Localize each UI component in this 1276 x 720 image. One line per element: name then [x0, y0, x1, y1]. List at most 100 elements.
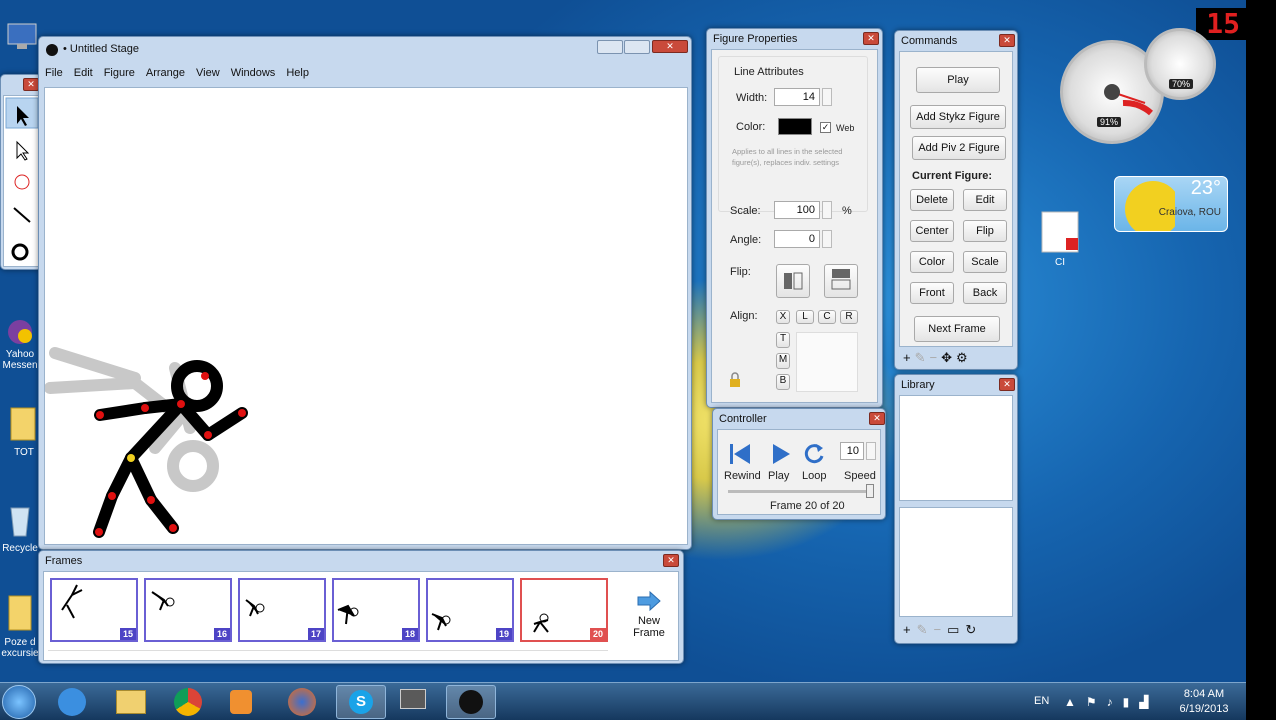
- play-label: Play: [768, 470, 790, 482]
- back-button[interactable]: Back: [963, 282, 1007, 304]
- color-swatch[interactable]: [778, 118, 812, 135]
- frame-thumbnail[interactable]: 16: [144, 578, 232, 642]
- clock-date: 6/19/2013: [1179, 703, 1229, 715]
- flip-vertical-button[interactable]: [824, 264, 858, 298]
- speed-field[interactable]: 10: [840, 442, 864, 460]
- menu-arrange[interactable]: Arrange: [146, 67, 185, 85]
- frame-thumbnail[interactable]: 19: [426, 578, 514, 642]
- loop-icon[interactable]: [804, 442, 826, 466]
- scale-button[interactable]: Scale: [963, 251, 1007, 273]
- align-top-button[interactable]: T: [776, 332, 790, 348]
- close-button[interactable]: ✕: [652, 40, 688, 53]
- web-checkbox[interactable]: ✓: [820, 122, 831, 133]
- clock[interactable]: 8:04 AM 6/19/2013: [1172, 687, 1236, 717]
- play-icon[interactable]: [770, 442, 792, 466]
- menu-edit[interactable]: Edit: [74, 67, 93, 85]
- menu-windows[interactable]: Windows: [231, 67, 276, 85]
- next-frame-button[interactable]: Next Frame: [914, 316, 1000, 342]
- show-hidden-icons-icon[interactable]: ▲: [1064, 695, 1076, 709]
- taskbar-explorer-icon[interactable]: [116, 690, 146, 714]
- action-center-icon[interactable]: ⚑: [1086, 695, 1097, 709]
- color-button[interactable]: Color: [910, 251, 954, 273]
- menu-help[interactable]: Help: [286, 67, 309, 85]
- speed-stepper[interactable]: [866, 442, 876, 460]
- angle-stepper[interactable]: [822, 230, 832, 248]
- close-button[interactable]: ✕: [999, 34, 1015, 47]
- frames-scrollbar[interactable]: [48, 650, 608, 658]
- language-indicator[interactable]: EN: [1034, 695, 1049, 707]
- minus-icon[interactable]: −: [930, 349, 938, 367]
- taskbar-firefox-icon[interactable]: [288, 688, 316, 716]
- align-left-button[interactable]: L: [796, 310, 814, 324]
- rewind-label: Rewind: [724, 470, 761, 482]
- taskbar-media-icon[interactable]: [230, 690, 252, 714]
- width-stepper[interactable]: [822, 88, 832, 106]
- angle-field[interactable]: 0: [774, 230, 820, 248]
- maximize-button[interactable]: [624, 40, 650, 54]
- start-button[interactable]: [2, 685, 36, 719]
- menu-figure[interactable]: Figure: [104, 67, 135, 85]
- pencil-icon[interactable]: ✎: [915, 349, 926, 367]
- stage-canvas[interactable]: [44, 87, 688, 545]
- folder-icon[interactable]: ▭: [947, 621, 959, 639]
- edit-button[interactable]: Edit: [963, 189, 1007, 211]
- volume-icon[interactable]: ♪: [1107, 695, 1113, 709]
- center-button[interactable]: Center: [910, 220, 954, 242]
- close-button[interactable]: ✕: [863, 32, 879, 45]
- close-button[interactable]: ✕: [869, 412, 885, 425]
- scale-stepper[interactable]: [822, 201, 832, 219]
- menu-file[interactable]: File: [45, 67, 63, 85]
- timeline-slider-thumb[interactable]: [866, 484, 874, 498]
- taskbar-chrome-icon[interactable]: [174, 688, 202, 716]
- align-center-button[interactable]: C: [818, 310, 836, 324]
- new-frame-button[interactable]: New Frame: [622, 590, 676, 650]
- desktop-icon-yahoo[interactable]: Yahoo Messen: [0, 318, 40, 371]
- add-icon[interactable]: +: [903, 621, 911, 639]
- scale-field[interactable]: 100: [774, 201, 820, 219]
- play-button[interactable]: Play: [916, 67, 1000, 93]
- frame-thumbnail[interactable]: 15: [50, 578, 138, 642]
- refresh-icon[interactable]: ↻: [965, 621, 976, 639]
- add-icon[interactable]: +: [903, 349, 911, 367]
- width-field[interactable]: 14: [774, 88, 820, 106]
- library-list[interactable]: [899, 507, 1013, 617]
- frame-thumbnail-current[interactable]: 20: [520, 578, 608, 642]
- desktop-icon-ci[interactable]: CI: [1040, 210, 1080, 268]
- flip-horizontal-button[interactable]: [776, 264, 810, 298]
- front-button[interactable]: Front: [910, 282, 954, 304]
- align-x-button[interactable]: X: [776, 310, 790, 324]
- weather-gadget[interactable]: 23° Craiova, ROU: [1114, 176, 1228, 232]
- add-piv2-figure-button[interactable]: Add Piv 2 Figure: [912, 136, 1006, 160]
- move-icon[interactable]: ✥: [941, 349, 952, 367]
- taskbar-ie-icon[interactable]: [58, 688, 86, 716]
- taskbar-skype-icon[interactable]: S: [336, 685, 386, 719]
- lock-icon[interactable]: [728, 372, 742, 388]
- add-stykz-figure-button[interactable]: Add Stykz Figure: [910, 105, 1006, 129]
- desktop-icon-computer[interactable]: [2, 22, 42, 55]
- desktop-icon-recycle-bin[interactable]: Recycle: [0, 500, 40, 554]
- close-button[interactable]: ✕: [999, 378, 1015, 391]
- taskbar-stykz-icon[interactable]: [446, 685, 496, 719]
- taskbar-game-icon[interactable]: [392, 685, 438, 719]
- align-right-button[interactable]: R: [840, 310, 858, 324]
- align-bottom-button[interactable]: B: [776, 374, 790, 390]
- close-button[interactable]: ✕: [663, 554, 679, 567]
- pencil-icon[interactable]: ✎: [917, 621, 928, 639]
- minimize-button[interactable]: [597, 40, 623, 54]
- power-icon[interactable]: ▮: [1123, 695, 1130, 709]
- rewind-icon[interactable]: [728, 442, 754, 466]
- flip-button[interactable]: Flip: [963, 220, 1007, 242]
- frames-window: Frames ✕ 15 16 17 18 19 20 New Frame: [38, 550, 684, 664]
- frame-thumbnail[interactable]: 18: [332, 578, 420, 642]
- desktop-icon-poze[interactable]: Poze d excursie: [0, 594, 40, 659]
- frame-thumbnail[interactable]: 17: [238, 578, 326, 642]
- delete-button[interactable]: Delete: [910, 189, 954, 211]
- timeline-slider[interactable]: [728, 490, 872, 493]
- network-icon[interactable]: ▟: [1139, 695, 1148, 709]
- window-title: Commands: [901, 35, 958, 47]
- settings-icon[interactable]: ⚙: [956, 349, 968, 367]
- align-middle-button[interactable]: M: [776, 353, 790, 369]
- minus-icon[interactable]: −: [934, 621, 942, 639]
- close-button[interactable]: ✕: [23, 78, 39, 91]
- menu-view[interactable]: View: [196, 67, 220, 85]
